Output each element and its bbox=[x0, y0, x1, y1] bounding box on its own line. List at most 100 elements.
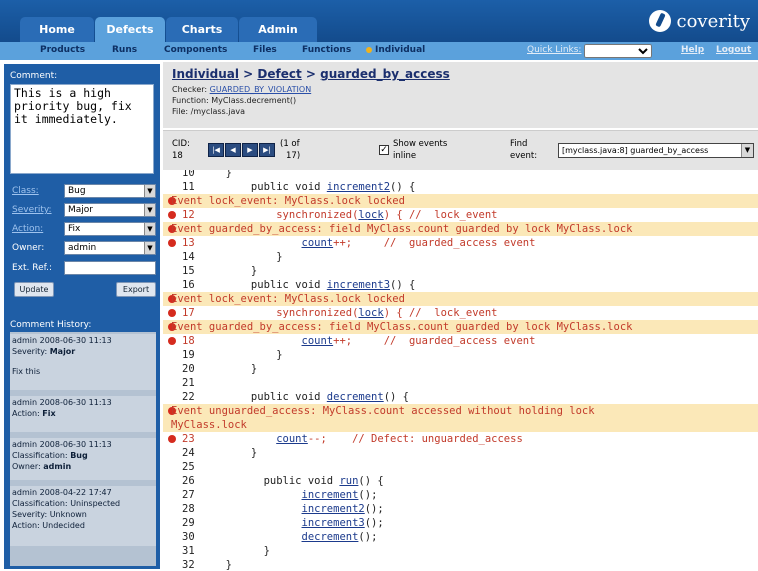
action-label[interactable]: Action: bbox=[12, 224, 43, 234]
history-meta: admin 2008-06-30 11:13 bbox=[12, 398, 112, 407]
code-text: public void decrement() { bbox=[213, 390, 409, 404]
subnav-individual[interactable]: Individual bbox=[366, 45, 425, 55]
code-line: 30 decrement(); bbox=[163, 530, 758, 544]
checker-link[interactable]: GUARDED_BY_VIOLATION bbox=[210, 85, 312, 94]
history-value: admin bbox=[43, 462, 72, 471]
function-line: Function: MyClass.decrement() bbox=[172, 96, 297, 105]
code-fragment: public void bbox=[213, 391, 327, 403]
symbol-link[interactable]: increment bbox=[302, 489, 359, 501]
comment-textarea[interactable]: This is a high priority bug, fix it imme… bbox=[10, 84, 154, 174]
code-line: 32 } bbox=[163, 558, 758, 571]
code-fragment: --; // Defect: unguarded_access bbox=[307, 433, 523, 445]
symbol-link[interactable]: decrement bbox=[327, 391, 384, 403]
history-entry: admin 2008-06-30 11:13 Severity: Major F… bbox=[10, 334, 156, 390]
symbol-link[interactable]: count bbox=[276, 433, 308, 445]
subnav-files[interactable]: Files bbox=[253, 45, 277, 55]
history-key: Owner: bbox=[12, 462, 41, 471]
code-line: 18 count++; // guarded_access event bbox=[163, 334, 758, 348]
event-navigation-bar: CID: 18 |◀ ◀ ▶ ▶| (1 of 17) ✓ Show event… bbox=[163, 130, 758, 170]
subnav-components[interactable]: Components bbox=[164, 45, 227, 55]
quick-links-select[interactable] bbox=[584, 44, 652, 58]
action-select[interactable]: Fix ▼ bbox=[64, 222, 156, 236]
class-select[interactable]: Bug ▼ bbox=[64, 184, 156, 198]
line-number: 17 bbox=[182, 307, 195, 319]
breadcrumb-individual[interactable]: Individual bbox=[172, 67, 239, 81]
event-annotation: Event guarded_by_access: field MyClass.c… bbox=[163, 222, 758, 236]
find-event-select[interactable]: [myclass.java:8] guarded_by_access ▼ bbox=[558, 143, 754, 158]
subnav-products[interactable]: Products bbox=[40, 45, 85, 55]
code-line: 24 } bbox=[163, 446, 758, 460]
breadcrumb-checker[interactable]: guarded_by_access bbox=[320, 67, 450, 81]
next-icon[interactable]: ▶ bbox=[242, 143, 258, 157]
breadcrumb-defect[interactable]: Defect bbox=[257, 67, 301, 81]
first-icon[interactable]: |◀ bbox=[208, 143, 224, 157]
severity-label[interactable]: Severity: bbox=[12, 205, 52, 215]
last-icon[interactable]: ▶| bbox=[259, 143, 275, 157]
severity-value: Major bbox=[68, 205, 93, 215]
chevron-down-icon: ▼ bbox=[741, 144, 753, 157]
symbol-link[interactable]: count bbox=[302, 237, 334, 249]
tab-admin[interactable]: Admin bbox=[239, 17, 317, 42]
history-entry: admin 2008-04-22 17:47 Classification: U… bbox=[10, 486, 156, 546]
show-events-checkbox[interactable]: ✓ bbox=[379, 145, 389, 155]
symbol-link[interactable]: run bbox=[339, 475, 358, 487]
event-text: Event guarded_by_access: field MyClass.c… bbox=[171, 321, 633, 333]
code-text: } bbox=[213, 559, 232, 571]
help-link[interactable]: Help bbox=[681, 45, 704, 55]
logout-link[interactable]: Logout bbox=[716, 45, 751, 55]
symbol-link[interactable]: lock bbox=[358, 307, 383, 319]
line-number: 25 bbox=[182, 461, 195, 473]
class-label[interactable]: Class: bbox=[12, 186, 39, 196]
export-button[interactable]: Export bbox=[116, 282, 156, 297]
code-fragment: ++; // guarded_access event bbox=[333, 237, 536, 249]
show-events-label-2: inline bbox=[393, 151, 417, 161]
defect-bullet-icon bbox=[168, 211, 176, 219]
event-annotation: Event guarded_by_access: field MyClass.c… bbox=[163, 320, 758, 334]
update-button[interactable]: Update bbox=[14, 282, 54, 297]
code-fragment bbox=[213, 237, 302, 249]
code-text: count++; // guarded_access event bbox=[213, 236, 536, 250]
line-number: 13 bbox=[182, 237, 195, 249]
code-fragment: (); bbox=[358, 531, 378, 543]
line-number: 26 bbox=[182, 475, 195, 487]
code-fragment bbox=[213, 433, 276, 445]
cid-label: CID: bbox=[172, 139, 190, 149]
severity-select[interactable]: Major ▼ bbox=[64, 203, 156, 217]
code-line: 21 bbox=[163, 376, 758, 390]
owner-select[interactable]: admin ▼ bbox=[64, 241, 156, 255]
logo-text: coverity bbox=[676, 10, 750, 32]
symbol-link[interactable]: increment2 bbox=[327, 181, 390, 193]
tab-charts[interactable]: Charts bbox=[166, 17, 238, 42]
symbol-link[interactable]: decrement bbox=[302, 531, 359, 543]
history-key: Classification: bbox=[12, 499, 68, 508]
code-text: } bbox=[213, 447, 258, 459]
subnav-functions[interactable]: Functions bbox=[302, 45, 351, 55]
subnav-runs[interactable]: Runs bbox=[112, 45, 137, 55]
symbol-link[interactable]: increment3 bbox=[302, 517, 365, 529]
sidebar: Comment: This is a high priority bug, fi… bbox=[4, 64, 160, 569]
history-key: Action: bbox=[12, 521, 40, 530]
code-fragment: synchronized( bbox=[213, 307, 359, 319]
code-text: synchronized(lock) { // lock_event bbox=[213, 208, 498, 222]
pager-count: (1 of bbox=[280, 139, 300, 149]
ext-ref-input[interactable] bbox=[64, 261, 156, 275]
code-fragment: ) { // lock_event bbox=[383, 209, 498, 221]
code-fragment: (); bbox=[364, 517, 384, 529]
prev-icon[interactable]: ◀ bbox=[225, 143, 241, 157]
event-pager: |◀ ◀ ▶ ▶| bbox=[208, 143, 276, 157]
line-number: 20 bbox=[182, 363, 195, 375]
symbol-link[interactable]: increment2 bbox=[302, 503, 365, 515]
tab-home[interactable]: Home bbox=[20, 17, 94, 42]
symbol-link[interactable]: increment3 bbox=[327, 279, 390, 291]
history-meta: admin 2008-06-30 11:13 bbox=[12, 336, 112, 345]
code-line: 22 public void decrement() { bbox=[163, 390, 758, 404]
code-text: } bbox=[213, 545, 270, 557]
defect-bullet-icon bbox=[168, 337, 176, 345]
code-line: 19 } bbox=[163, 348, 758, 362]
code-text: increment2(); bbox=[213, 502, 384, 516]
symbol-link[interactable]: count bbox=[302, 335, 334, 347]
symbol-link[interactable]: lock bbox=[358, 209, 383, 221]
line-number: 18 bbox=[182, 335, 195, 347]
owner-value: admin bbox=[68, 243, 97, 253]
tab-defects[interactable]: Defects bbox=[95, 17, 165, 42]
